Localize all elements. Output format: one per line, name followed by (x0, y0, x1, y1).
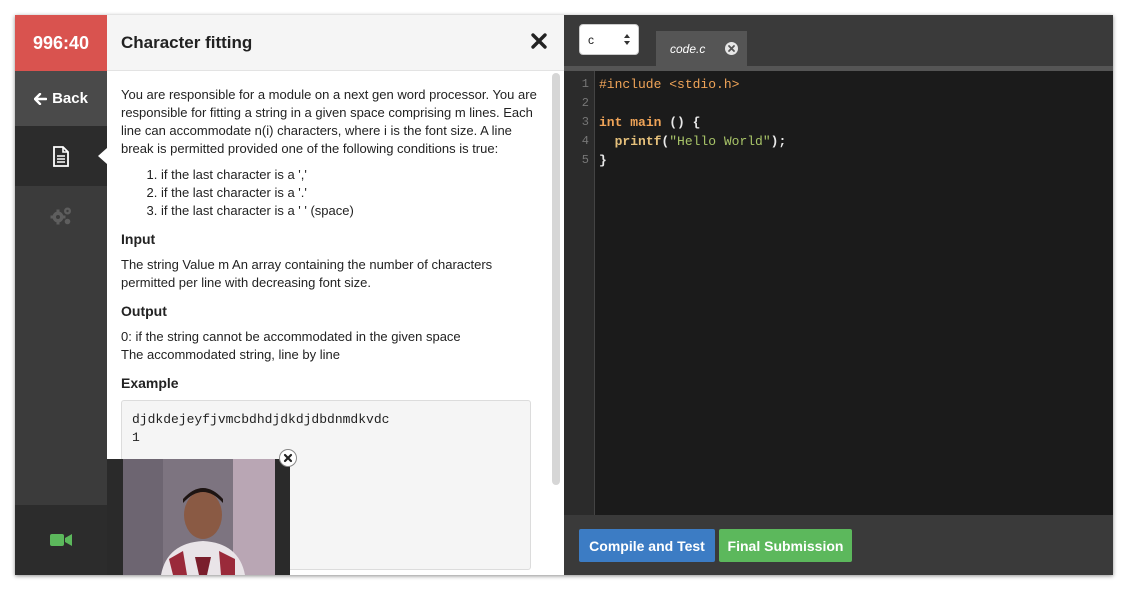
output-line: 0: if the string cannot be accommodated … (121, 329, 461, 344)
back-label: Back (52, 90, 88, 107)
person-silhouette (123, 459, 275, 575)
example-heading: Example (121, 375, 179, 391)
output-line: The accommodated string, line by line (121, 347, 340, 362)
line-number: 3 (581, 115, 589, 129)
close-icon[interactable] (528, 30, 550, 52)
list-item: if the last character is a ' ' (space) (161, 202, 541, 220)
code-editor-panel: c code.c 1 2 3 4 5 #include <stdio.h> in… (564, 15, 1113, 575)
line-number-gutter: 1 2 3 4 5 (564, 71, 595, 515)
code-line: } (599, 151, 607, 170)
close-circle-icon[interactable] (725, 42, 738, 55)
code-token: "Hello World" (669, 134, 771, 149)
example-line: djdkdejeyfjvmcbdhdjdkdjdbdnmdkvdc (132, 412, 390, 427)
app-window: 996:40 Back Character fitting You are re… (15, 15, 1113, 575)
list-item: if the last character is a ',' (161, 166, 541, 184)
list-item: if the last character is a '.' (161, 184, 541, 202)
nav-item-video[interactable] (15, 505, 107, 575)
arrow-left-icon (34, 92, 48, 105)
close-icon (283, 453, 293, 463)
code-token: } (599, 153, 607, 168)
language-value: c (588, 33, 594, 47)
final-submission-button[interactable]: Final Submission (719, 529, 852, 562)
line-number: 2 (581, 96, 589, 110)
editor-action-bar: Compile and Test Final Submission (564, 515, 1113, 575)
code-token: main (630, 115, 662, 130)
problem-title: Character fitting (121, 33, 253, 52)
input-text: The string Value m An array containing t… (121, 257, 493, 290)
line-number: 4 (581, 134, 589, 148)
example-line: 1 (132, 430, 140, 445)
output-heading: Output (121, 303, 167, 319)
select-arrows-icon (624, 34, 630, 45)
nav-item-problem[interactable] (15, 126, 107, 186)
editor-toolbar: c code.c (564, 15, 1113, 66)
code-token: () { (661, 115, 701, 130)
webcam-preview (107, 459, 290, 575)
language-select[interactable]: c (579, 24, 639, 55)
code-token: ); (770, 134, 787, 149)
compile-and-test-button[interactable]: Compile and Test (579, 529, 715, 562)
problem-description: You are responsible for a module on a ne… (121, 87, 537, 156)
nav-item-settings[interactable] (15, 186, 107, 246)
conditions-list: if the last character is a ',' if the la… (121, 166, 541, 220)
countdown-timer: 996:40 (15, 15, 107, 71)
code-token: int (599, 115, 623, 130)
file-tab-label: code.c (670, 42, 706, 56)
document-icon (53, 145, 69, 167)
code-line: int main () { (599, 113, 700, 132)
active-pointer (98, 148, 107, 164)
problem-scrollbar[interactable] (552, 73, 560, 485)
gears-icon (50, 207, 71, 225)
tab-code-file[interactable]: code.c (656, 31, 747, 66)
problem-header: Character fitting (107, 15, 564, 71)
code-textarea[interactable]: #include <stdio.h> int main () { printf(… (595, 71, 1113, 515)
input-heading: Input (121, 231, 156, 247)
back-button[interactable]: Back (15, 71, 107, 126)
code-line: printf("Hello World"); (599, 132, 787, 151)
line-number: 5 (581, 153, 589, 167)
code-line: #include <stdio.h> (599, 75, 739, 94)
code-token: printf (614, 134, 662, 149)
webcam-close-button[interactable] (279, 449, 297, 467)
webcam-feed-image (123, 459, 275, 575)
left-nav: 996:40 Back (15, 15, 107, 575)
code-token: #include <stdio.h> (599, 77, 740, 92)
line-number: 1 (581, 77, 589, 91)
video-camera-icon (50, 534, 72, 546)
